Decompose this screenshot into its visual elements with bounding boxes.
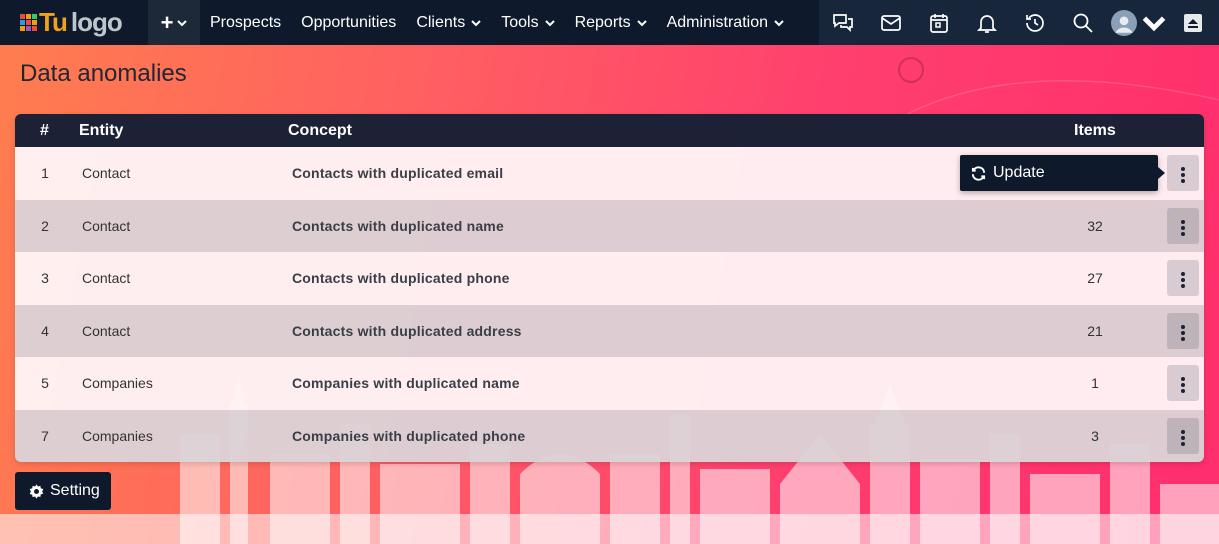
row-num: 5 xyxy=(41,375,49,392)
row-entity: Contact xyxy=(82,270,131,287)
header-concept: Concept xyxy=(288,122,352,139)
nav-label: Administration xyxy=(666,13,768,31)
header-entity: Entity xyxy=(79,122,124,139)
row-entity: Contact xyxy=(82,165,131,182)
header-items: Items xyxy=(1074,122,1116,139)
nav-administration[interactable]: Administration xyxy=(657,0,794,45)
header-num: # xyxy=(40,122,49,139)
nav-label: Prospects xyxy=(210,13,282,31)
logo-grid-icon xyxy=(20,14,37,31)
table-header: # Entity Concept Items xyxy=(15,114,1204,147)
row-concept: Contacts with duplicated name xyxy=(292,217,504,234)
chevron-down-icon xyxy=(636,19,647,26)
kebab-icon xyxy=(1181,218,1185,236)
nav-label: Clients xyxy=(416,13,466,31)
update-label: Update xyxy=(993,164,1045,181)
row-actions-button[interactable] xyxy=(1167,365,1199,402)
nav-label: Tools xyxy=(501,13,539,31)
chevron-down-icon xyxy=(1142,16,1165,31)
bell-icon[interactable] xyxy=(963,0,1011,45)
table-row: 5 Companies Companies with duplicated na… xyxy=(15,357,1204,410)
avatar[interactable] xyxy=(1107,0,1169,45)
row-concept: Companies with duplicated name xyxy=(292,375,520,392)
row-num: 3 xyxy=(41,270,49,287)
refresh-icon xyxy=(971,165,986,181)
row-items: 1 xyxy=(1091,375,1099,392)
row-items: 27 xyxy=(1087,270,1103,287)
gear-icon xyxy=(29,483,44,499)
kebab-icon xyxy=(1181,270,1185,289)
logo-tu: Tu xyxy=(39,7,68,37)
plus-icon: + xyxy=(160,9,174,35)
chat-icon[interactable] xyxy=(819,0,867,45)
row-num: 7 xyxy=(41,427,49,444)
kebab-icon xyxy=(1181,375,1185,394)
nav-clients[interactable]: Clients xyxy=(406,0,491,45)
kebab-icon xyxy=(1181,323,1185,341)
logo-text: logo xyxy=(70,7,123,37)
row-concept: Contacts with duplicated email xyxy=(292,165,504,182)
row-actions-button[interactable] xyxy=(1167,417,1199,454)
row-actions-button[interactable] xyxy=(1167,207,1199,244)
table-row: 3 Contact Contacts with duplicated phone… xyxy=(15,252,1204,305)
table-row: 4 Contact Contacts with duplicated addre… xyxy=(15,304,1204,357)
row-items: 32 xyxy=(1087,217,1103,234)
nav-prospects[interactable]: Prospects xyxy=(200,0,291,45)
setting-button[interactable]: Setting xyxy=(15,472,111,510)
row-concept: Companies with duplicated phone xyxy=(292,427,526,444)
table-row: 2 Contact Contacts with duplicated name … xyxy=(15,199,1204,252)
row-entity: Companies xyxy=(82,375,153,392)
nav-label: Reports xyxy=(574,13,631,31)
row-items: 21 xyxy=(1087,322,1103,339)
row-items: 3 xyxy=(1091,427,1099,444)
calendar-icon[interactable] xyxy=(915,0,963,45)
update-menu-item[interactable]: Update xyxy=(960,155,1165,191)
row-concept: Contacts with duplicated phone xyxy=(292,270,510,287)
main-nav: Prospects Opportunities Clients Tools Re… xyxy=(200,0,794,45)
row-actions-button[interactable] xyxy=(1167,312,1199,349)
logo[interactable]: Tu logo xyxy=(0,0,148,45)
mail-icon[interactable] xyxy=(867,0,915,45)
chevron-down-icon xyxy=(471,19,481,26)
row-concept: Contacts with duplicated address xyxy=(292,322,522,339)
search-icon[interactable] xyxy=(1059,0,1107,45)
nav-reports[interactable]: Reports xyxy=(565,0,657,45)
row-entity: Companies xyxy=(82,427,153,444)
utility-icons xyxy=(819,0,1219,45)
page-title: Data anomalies xyxy=(20,60,187,87)
row-num: 1 xyxy=(41,165,49,182)
quick-add-button[interactable]: + xyxy=(148,0,200,45)
history-icon[interactable] xyxy=(1011,0,1059,45)
setting-label: Setting xyxy=(50,482,100,499)
nav-opportunities[interactable]: Opportunities xyxy=(291,0,406,45)
row-entity: Contact xyxy=(82,322,131,339)
chevron-down-icon xyxy=(177,19,188,26)
chevron-down-icon xyxy=(774,19,784,26)
table-row: 7 Companies Companies with duplicated ph… xyxy=(15,409,1204,462)
row-entity: Contact xyxy=(82,217,131,234)
chevron-down-icon xyxy=(544,19,555,26)
nav-tools[interactable]: Tools xyxy=(491,0,564,45)
kebab-icon xyxy=(1181,428,1185,446)
kebab-icon xyxy=(1181,165,1185,184)
row-num: 4 xyxy=(41,322,49,339)
row-actions-button[interactable] xyxy=(1167,155,1199,192)
nav-label: Opportunities xyxy=(301,13,397,31)
row-actions-button[interactable] xyxy=(1167,260,1199,297)
row-num: 2 xyxy=(41,217,49,234)
upload-icon[interactable] xyxy=(1169,0,1217,45)
